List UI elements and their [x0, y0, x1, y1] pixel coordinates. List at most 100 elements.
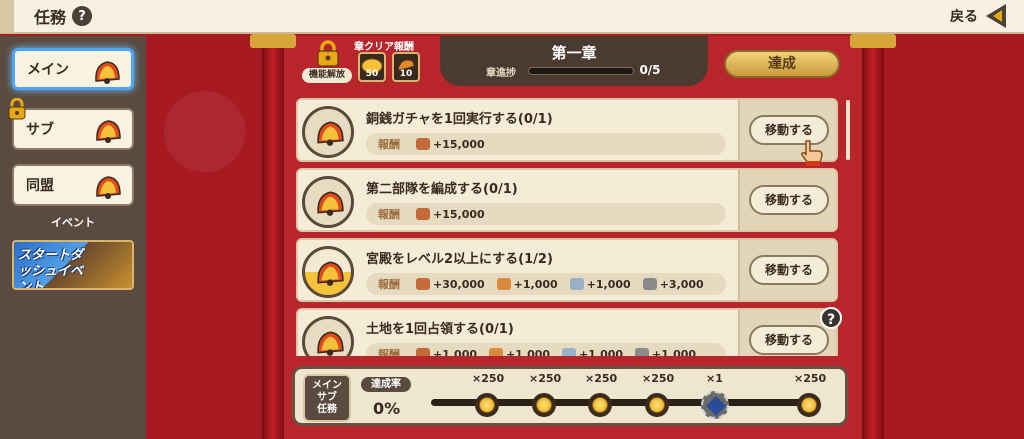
left-pillar	[262, 36, 284, 439]
chapter-reward-title: 章クリア報酬	[354, 42, 414, 53]
task-row: 第二部隊を編成する(0/1) 報酬 +15,000 移動する	[296, 168, 838, 232]
task-title: 銅銭ガチャを1回実行する(0/1)	[366, 112, 553, 127]
milestone-label: ×250	[472, 372, 505, 385]
right-pillar-cap	[850, 34, 896, 48]
reward-item: +3,000	[642, 278, 704, 291]
task-icon-frame	[302, 176, 354, 228]
move-button[interactable]: 移動する	[749, 325, 829, 355]
task-title: 第二部隊を編成する(0/1)	[366, 182, 518, 197]
task-reward-row: 報酬 +15,000	[366, 133, 726, 155]
title-area: 任務 ?	[0, 0, 93, 33]
help-icon[interactable]: ?	[820, 307, 842, 329]
fan-icon	[317, 261, 344, 286]
reward-amount: +1,000	[586, 277, 631, 291]
back-button[interactable]: 戻る	[950, 1, 1014, 31]
reward-item: +15,000	[416, 208, 485, 221]
milestone-label: ×250	[794, 372, 827, 385]
copper-coin-icon	[416, 138, 430, 150]
task-list-scrollbar[interactable]	[846, 100, 850, 160]
pointer-hand-icon	[801, 140, 823, 166]
move-button[interactable]: 移動する	[749, 185, 829, 215]
tab-alliance[interactable]: 同盟	[12, 164, 134, 206]
task-title: 宮殿をレベル2以上にする(1/2)	[366, 252, 553, 267]
back-arrow-icon	[984, 1, 1014, 31]
reward-label: 報酬	[378, 278, 400, 291]
event-label: イベント	[51, 216, 95, 229]
reward-amount: +1,000	[652, 347, 697, 357]
chapter-progress-count: 0/5	[639, 63, 661, 77]
reward-item: +1,000	[569, 277, 631, 291]
event-banner[interactable]: スタートダッシュイベント	[12, 240, 134, 290]
reward-label: 報酬	[378, 138, 400, 151]
reward-item: +1,000	[496, 277, 558, 291]
reward-item: +1,000	[416, 347, 478, 357]
milestone-reward[interactable]	[701, 391, 729, 419]
task-row: 宮殿をレベル2以上にする(1/2) 報酬 +30,000 +1,000 +1,0…	[296, 238, 838, 302]
reward-amount: +1,000	[513, 277, 558, 291]
milestone-reward[interactable]	[588, 393, 612, 417]
title-accent	[0, 0, 14, 33]
help-icon[interactable]: ?	[72, 6, 93, 26]
achievement-bar: メイン サブ 任務 達成率 0% ×250 ×250 ×250 ×250 ×1 …	[292, 366, 848, 426]
coin-icon	[536, 397, 552, 413]
fan-icon	[95, 61, 120, 84]
gem-icon	[706, 396, 726, 416]
chapter-reward-bird[interactable]: 10	[392, 52, 420, 82]
reward-item: +1,000	[635, 347, 697, 357]
chapter-progress-label: 章進捗	[486, 68, 516, 79]
reward-item: +15,000	[416, 138, 485, 151]
task-icon-frame	[302, 316, 354, 356]
milestone-label: ×250	[642, 372, 675, 385]
sidebar: メイン サブ 同盟 イベント スタートダッシュイベント	[0, 36, 146, 439]
milestone-reward[interactable]	[645, 393, 669, 417]
chapter-title: 第一章	[551, 44, 597, 62]
tab-main[interactable]: メイン	[12, 48, 134, 90]
complete-button[interactable]: 達成	[724, 50, 840, 78]
milestone-reward[interactable]	[475, 393, 499, 417]
achievement-rate-label: 達成率	[361, 377, 411, 392]
milestone-reward[interactable]	[797, 393, 821, 417]
task-reward-row: 報酬 +15,000	[366, 203, 726, 225]
page-title: 任務	[34, 8, 67, 27]
task-reward-row: 報酬 +30,000 +1,000 +1,000 +3,000	[366, 273, 726, 295]
iron-icon	[569, 278, 584, 290]
tab-sub-label: サブ	[26, 122, 54, 138]
coin-icon	[592, 397, 608, 413]
right-pillar	[862, 36, 884, 439]
mode-line: メイン	[312, 380, 342, 391]
top-bar: 任務 ? 戻る	[0, 0, 1024, 34]
coin-icon	[479, 397, 495, 413]
coin-icon	[649, 397, 665, 413]
stone-icon	[642, 278, 657, 290]
mode-indicator: メイン サブ 任務	[303, 374, 351, 422]
copper-coin-icon	[416, 348, 430, 356]
chapter-panel: 第一章 章進捗 0/5	[440, 36, 708, 86]
milestone-label: ×1	[706, 372, 723, 385]
tab-main-label: メイン	[27, 62, 69, 78]
tab-sub[interactable]: サブ	[12, 108, 134, 150]
milestone-label: ×250	[585, 372, 618, 385]
mode-line: サブ	[317, 392, 337, 403]
task-icon-frame	[302, 246, 354, 298]
reward-amount: +1,000	[433, 347, 478, 357]
fan-icon	[317, 191, 344, 216]
unlock-lock-icon	[317, 40, 339, 67]
milestone-reward[interactable]	[532, 393, 556, 417]
chapter-reward-bird-count: 10	[399, 69, 413, 79]
fan-icon	[96, 120, 121, 143]
task-row: 土地を1回占領する(0/1) 報酬 +1,000 +1,000 +1,000 +…	[296, 308, 838, 356]
chapter-progress-bar	[528, 67, 634, 75]
iron-icon	[562, 348, 577, 356]
milestone-label: ×250	[529, 372, 562, 385]
unlock-label: 機能解放	[302, 68, 352, 83]
left-pillar-cap	[250, 34, 296, 48]
task-icon-frame	[302, 106, 354, 158]
reward-label: 報酬	[378, 208, 400, 221]
fan-icon	[317, 121, 344, 146]
mode-line: 任務	[317, 404, 337, 415]
reward-amount: +30,000	[433, 277, 485, 291]
chapter-reward-gold[interactable]: 50	[358, 52, 386, 82]
food-icon	[496, 278, 511, 290]
move-button[interactable]: 移動する	[749, 255, 829, 285]
achievement-rate-value: 0%	[373, 399, 401, 418]
